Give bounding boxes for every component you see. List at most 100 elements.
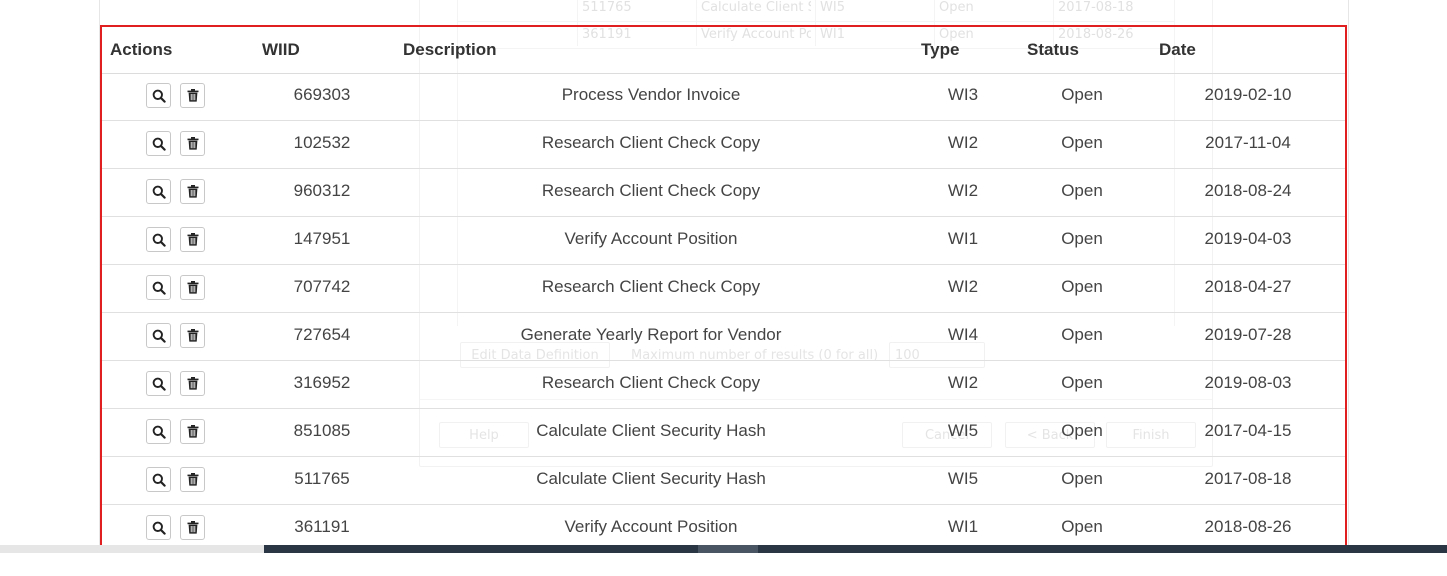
page-gutter-right	[1348, 0, 1349, 552]
cell-wiid: 707742	[293, 277, 351, 296]
cell-wiid: 147951	[293, 229, 351, 248]
trash-icon	[187, 521, 199, 534]
search-icon	[152, 473, 166, 487]
trash-icon	[187, 473, 199, 486]
search-icon	[152, 233, 166, 247]
search-icon	[152, 377, 166, 391]
trash-icon	[187, 89, 199, 102]
cell-wiid: 511765	[294, 469, 350, 488]
delete-button[interactable]	[180, 131, 205, 156]
cell-description: Generate Yearly Report for Vendor	[520, 325, 782, 344]
view-button[interactable]	[146, 371, 171, 396]
delete-button[interactable]	[180, 419, 205, 444]
cell-description: Research Client Check Copy	[541, 277, 761, 296]
cell-type: WI5	[947, 469, 979, 488]
cell-wiid: 727654	[293, 325, 351, 344]
cell-description: Research Client Check Copy	[541, 373, 761, 392]
cell-type: WI2	[947, 133, 979, 152]
cell-status: Open	[1061, 181, 1103, 200]
cell-status: Open	[1061, 85, 1103, 104]
cell-status: Open	[1061, 229, 1103, 248]
cell-wiid: 102532	[293, 133, 351, 152]
table-row[interactable]: 851085 Calculate Client Security Hash WI5 O…	[102, 409, 1345, 457]
cell-status: Open	[1061, 277, 1103, 296]
header-type[interactable]: Type	[921, 40, 959, 60]
cell-status: Open	[1061, 421, 1103, 440]
cell-type: WI1	[947, 229, 979, 248]
cell-description: Verify Account Position	[564, 229, 738, 248]
trash-icon	[187, 425, 199, 438]
cell-date: 2017-04-15	[1204, 421, 1292, 440]
view-button[interactable]	[146, 83, 171, 108]
table-row[interactable]: 147951 Verify Account Position WI1 Open 2019…	[102, 217, 1345, 265]
view-button[interactable]	[146, 323, 171, 348]
trash-icon	[187, 329, 199, 342]
cell-type: WI4	[947, 325, 979, 344]
view-button[interactable]	[146, 515, 171, 540]
cell-date: 2019-04-03	[1204, 229, 1292, 248]
background-cell-status: Open	[939, 0, 974, 15]
header-date[interactable]: Date	[1159, 40, 1196, 60]
view-button[interactable]	[146, 227, 171, 252]
delete-button[interactable]	[180, 371, 205, 396]
delete-button[interactable]	[180, 515, 205, 540]
background-grid-row: 511765 Calculate Client S WI5 Open 2017-…	[458, 0, 1174, 22]
cell-status: Open	[1061, 325, 1103, 344]
delete-button[interactable]	[180, 323, 205, 348]
cell-status: Open	[1061, 133, 1103, 152]
table-row[interactable]: 669303 Process Vendor Invoice WI3 Open 2019-…	[102, 73, 1345, 121]
cell-date: 2019-02-10	[1204, 85, 1292, 104]
table-row[interactable]: 511765 Calculate Client Security Hash WI5 O…	[102, 457, 1345, 505]
search-icon	[152, 425, 166, 439]
cell-wiid: 960312	[293, 181, 351, 200]
cell-wiid: 361191	[294, 517, 350, 536]
view-button[interactable]	[146, 179, 171, 204]
view-button[interactable]	[146, 275, 171, 300]
cell-description: Verify Account Position	[564, 517, 738, 536]
delete-button[interactable]	[180, 467, 205, 492]
cell-wiid: 669303	[293, 85, 351, 104]
header-wiid[interactable]: WIID	[262, 40, 300, 60]
table-row[interactable]: 316952 Research Client Check Copy WI2 Open 2…	[102, 361, 1345, 409]
cell-description: Calculate Client Security Hash	[536, 469, 766, 488]
cell-description: Calculate Client Security Hash	[536, 421, 766, 440]
cell-wiid: 851085	[293, 421, 351, 440]
table-header: Actions WIID Description Type Status Dat…	[102, 27, 1345, 74]
table-row[interactable]: 960312 Research Client Check Copy WI2 Open 2…	[102, 169, 1345, 217]
cell-date: 2017-08-18	[1204, 469, 1292, 488]
table-row[interactable]: 102532 Research Client Check Copy WI2 Open 2…	[102, 121, 1345, 169]
table-row[interactable]: 707742 Research Client Check Copy WI2 Open 2…	[102, 265, 1345, 313]
cell-status: Open	[1061, 469, 1103, 488]
horizontal-scrollbar-thumb[interactable]	[264, 545, 1447, 553]
delete-button[interactable]	[180, 83, 205, 108]
cell-date: 2018-04-27	[1204, 277, 1292, 296]
table-row[interactable]: 727654 Generate Yearly Report for Vendor W…	[102, 313, 1345, 361]
view-button[interactable]	[146, 419, 171, 444]
background-cell-description: Calculate Client S	[701, 0, 811, 15]
cell-description: Process Vendor Invoice	[561, 85, 741, 104]
cell-type: WI2	[947, 373, 979, 392]
trash-icon	[187, 233, 199, 246]
delete-button[interactable]	[180, 227, 205, 252]
search-icon	[152, 89, 166, 103]
view-button[interactable]	[146, 467, 171, 492]
header-actions: Actions	[110, 40, 173, 59]
work-items-table: Actions WIID Description Type Status Dat…	[100, 25, 1347, 550]
cell-date: 2018-08-24	[1204, 181, 1292, 200]
view-button[interactable]	[146, 131, 171, 156]
background-cell-type: WI5	[820, 0, 845, 15]
delete-button[interactable]	[180, 275, 205, 300]
cell-type: WI2	[947, 181, 979, 200]
search-icon	[152, 329, 166, 343]
search-icon	[152, 521, 166, 535]
delete-button[interactable]	[180, 179, 205, 204]
background-cell-date: 2017-08-18	[1058, 0, 1134, 15]
header-status[interactable]: Status	[1027, 40, 1079, 60]
trash-icon	[187, 377, 199, 390]
trash-icon	[187, 281, 199, 294]
header-description[interactable]: Description	[403, 40, 497, 60]
background-cell-id: 511765	[582, 0, 632, 15]
scrollbar-grip[interactable]	[698, 545, 758, 553]
search-icon	[152, 185, 166, 199]
cell-date: 2017-11-04	[1205, 133, 1291, 152]
